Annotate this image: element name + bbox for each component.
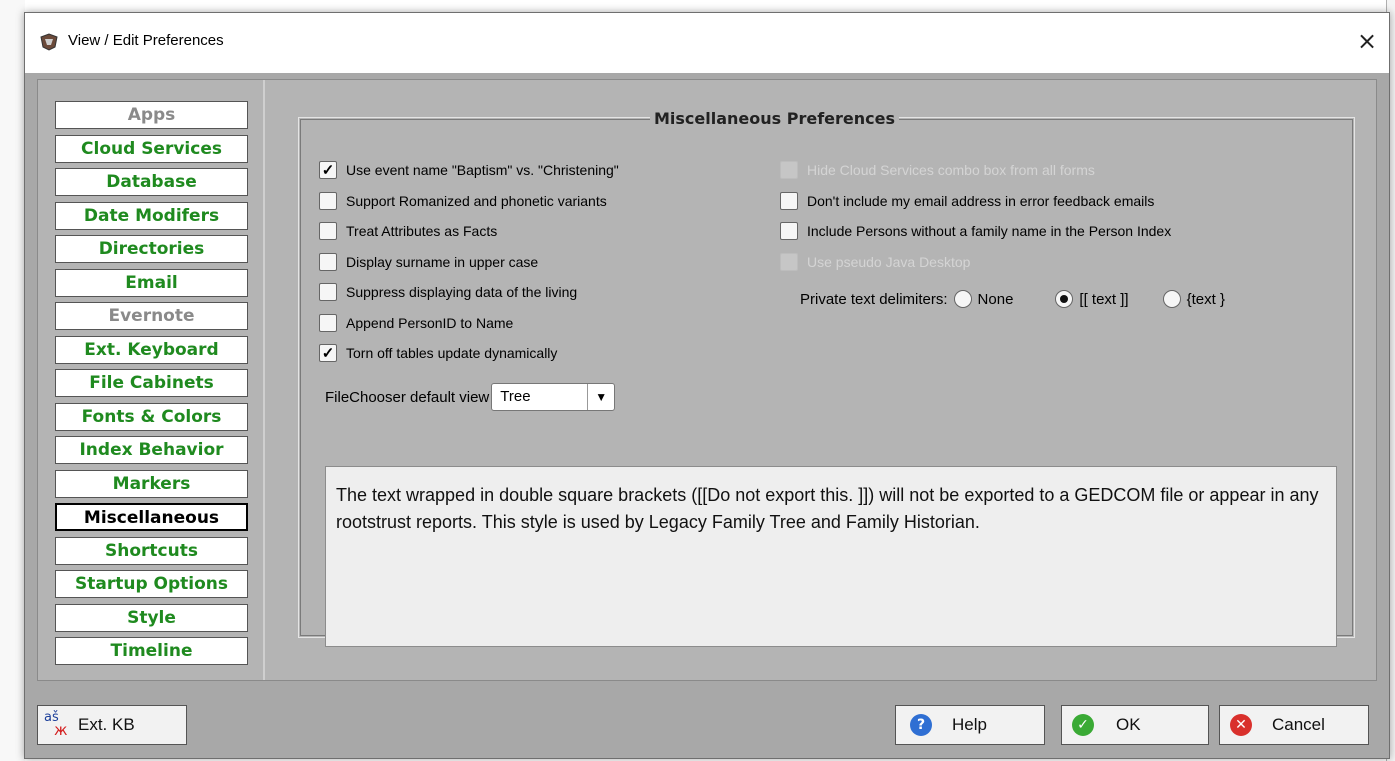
cancel-x-icon: ✕ — [1230, 714, 1252, 736]
option-row[interactable]: ✓ Torn off tables update dynamically — [319, 344, 557, 362]
question-icon: ? — [910, 714, 932, 736]
check-icon: ✓ — [1072, 714, 1094, 736]
checkbox-label: Use event name "Baptism" vs. "Christenin… — [346, 162, 619, 178]
delimiter-radio-group: Private text delimiters: None [[ text ]]… — [800, 290, 1225, 308]
radio-braces-label: {text } — [1186, 290, 1225, 308]
filechooser-value: Tree — [500, 388, 531, 405]
sidebar-item-directories[interactable]: Directories — [55, 235, 248, 263]
checkbox-label: Append PersonID to Name — [346, 314, 514, 331]
preferences-dialog: View / Edit Preferences × Apps Cloud Serv… — [24, 12, 1390, 759]
filechooser-row: FileChooser default view Tree ▼ — [325, 383, 616, 411]
option-row[interactable]: Include Persons without a family name in… — [780, 222, 1171, 240]
checkbox-label: Display surname in upper case — [346, 253, 539, 270]
checkbox[interactable] — [319, 191, 337, 210]
option-row[interactable]: Display surname in upper case — [319, 252, 539, 271]
content-panel: Apps Cloud Services Database Date Modifers D… — [37, 79, 1377, 681]
delimiter-info-text: The text wrapped in double square bracke… — [325, 466, 1337, 647]
option-row[interactable]: Use pseudo Java Desktop — [780, 252, 971, 271]
sidebar-item-timeline[interactable]: Timeline — [55, 637, 248, 665]
checkbox-label: Use pseudo Java Desktop — [807, 253, 971, 270]
checkbox-label: Suppress displaying data of the living — [346, 284, 578, 300]
sidebar-item-evernote[interactable]: Evernote — [55, 302, 248, 330]
cancel-button[interactable]: ✕ Cancel — [1219, 705, 1369, 745]
radio-double-brackets[interactable] — [1055, 290, 1074, 308]
option-row[interactable]: Append PersonID to Name — [319, 313, 514, 332]
checkbox — [780, 252, 798, 271]
option-row[interactable]: Treat Attributes as Facts — [319, 222, 497, 240]
filechooser-view-select[interactable]: Tree ▼ — [491, 383, 616, 411]
keyboard-translit-icon: aš ж — [44, 710, 68, 739]
sidebar-item-date-modifers[interactable]: Date Modifers — [55, 201, 248, 230]
checkbox-label: Include Persons without a family name in… — [807, 223, 1172, 239]
option-row[interactable]: Hide Cloud Services combo box from all f… — [780, 161, 1095, 179]
sidebar-item-startup-options[interactable]: Startup Options — [55, 570, 248, 598]
ext-kb-button[interactable]: aš ж Ext. KB — [37, 705, 187, 745]
checkbox[interactable]: ✓ — [319, 344, 337, 362]
ext-kb-label: Ext. KB — [78, 715, 135, 734]
preferences-nav: Apps Cloud Services Database Date Modifers D… — [38, 80, 265, 680]
sidebar-item-style[interactable]: Style — [55, 603, 248, 632]
title-bar: View / Edit Preferences × — [25, 13, 1389, 73]
help-label: Help — [952, 715, 987, 734]
option-row[interactable]: Suppress displaying data of the living — [319, 283, 577, 301]
help-button[interactable]: ? Help — [895, 705, 1045, 745]
filechooser-label: FileChooser default view — [325, 388, 490, 406]
checkbox[interactable] — [319, 252, 337, 271]
background-app-left — [0, 0, 25, 761]
radio-none[interactable] — [953, 290, 972, 308]
checkbox[interactable]: ✓ — [319, 161, 337, 179]
checkbox[interactable] — [319, 283, 337, 301]
sidebar-item-database[interactable]: Database — [55, 168, 248, 196]
checkbox[interactable] — [780, 191, 798, 210]
sidebar-item-markers[interactable]: Markers — [55, 469, 248, 498]
checkbox — [780, 161, 798, 179]
miscellaneous-panel: Miscellaneous Preferences ✓ Use event nam… — [265, 80, 1376, 680]
checkbox-label: Torn off tables update dynamically — [346, 345, 558, 361]
sidebar-item-ext-keyboard[interactable]: Ext. Keyboard — [55, 335, 248, 364]
option-row[interactable]: Don't include my email address in error … — [780, 191, 1155, 210]
close-button[interactable]: × — [1353, 27, 1381, 55]
ok-button[interactable]: ✓ OK — [1061, 705, 1209, 745]
cancel-label: Cancel — [1272, 715, 1325, 734]
checkbox-label: Hide Cloud Services combo box from all f… — [807, 162, 1095, 178]
checkbox-label: Support Romanized and phonetic variants — [346, 192, 607, 209]
checkbox[interactable] — [780, 222, 798, 240]
ok-label: OK — [1116, 715, 1141, 734]
radio-none-label: None — [977, 290, 1014, 308]
sidebar-item-apps[interactable]: Apps — [55, 101, 248, 129]
window-title: View / Edit Preferences — [68, 32, 224, 49]
sidebar-item-email[interactable]: Email — [55, 268, 248, 297]
radio-braces[interactable] — [1162, 290, 1181, 308]
sidebar-item-fonts-colors[interactable]: Fonts & Colors — [55, 402, 248, 431]
checkbox[interactable] — [319, 313, 337, 332]
chevron-down-icon: ▼ — [587, 384, 614, 410]
option-row[interactable]: Support Romanized and phonetic variants — [319, 191, 607, 210]
checkbox[interactable] — [319, 222, 337, 240]
group-title: Miscellaneous Preferences — [650, 109, 900, 128]
radio-double-brackets-label: [[ text ]] — [1079, 290, 1129, 308]
sidebar-item-file-cabinets[interactable]: File Cabinets — [55, 369, 248, 397]
checkbox-label: Treat Attributes as Facts — [346, 223, 498, 239]
option-row[interactable]: ✓ Use event name "Baptism" vs. "Christeni… — [319, 161, 619, 179]
sidebar-item-shortcuts[interactable]: Shortcuts — [55, 536, 248, 565]
delimiter-label: Private text delimiters: — [800, 290, 948, 308]
checkbox-label: Don't include my email address in error … — [807, 192, 1155, 209]
sidebar-item-index-behavior[interactable]: Index Behavior — [55, 436, 248, 464]
sidebar-item-cloud-services[interactable]: Cloud Services — [55, 134, 248, 163]
app-shield-icon — [40, 33, 58, 51]
sidebar-item-miscellaneous[interactable]: Miscellaneous — [55, 503, 248, 531]
